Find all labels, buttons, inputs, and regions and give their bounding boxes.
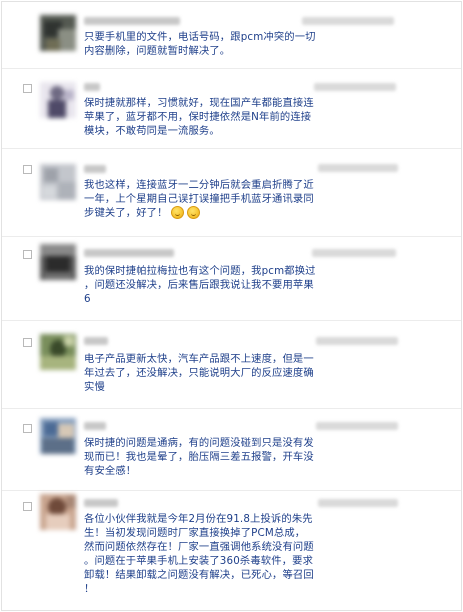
comment-line: 卸载！结果卸载之问题没有解决，已死心，等召回 bbox=[84, 569, 314, 581]
avatar[interactable] bbox=[40, 15, 76, 51]
comment-line: 保时捷的问题是通病，有的问题没碰到只是没有发 bbox=[84, 437, 314, 449]
comment-line: 我也这样，连接蓝牙一二分钟后就会重启折腾了近 bbox=[84, 179, 314, 191]
comment-item: 保时捷就那样，习惯就好，现在国产车都能直接连 苹果了，蓝牙都不用，保时捷依然是N… bbox=[2, 68, 461, 149]
smile-emoji-icon bbox=[186, 206, 200, 219]
comment-meta-redacted bbox=[316, 337, 398, 345]
username-redacted[interactable] bbox=[84, 83, 100, 91]
comment-item: 保时捷的问题是通病，有的问题没碰到只是没有发 现而已！我也是晕了，胎压隔三差五报… bbox=[2, 408, 461, 491]
comment-item: 我也这样，连接蓝牙一二分钟后就会重启折腾了近 一年，上个星期自己误打误撞把手机蓝… bbox=[2, 148, 461, 237]
comment-meta-redacted bbox=[302, 17, 394, 25]
username-redacted[interactable] bbox=[84, 17, 180, 25]
comment-line-with-emoji: 步键关了，好了！ bbox=[84, 206, 316, 220]
comment-text: 各位小伙伴我就是今年2月份在91.8上投诉的朱先 生！当初发现问题时厂家直接换掉… bbox=[84, 512, 316, 596]
comment-list: 只要手机里的文件，电话号码，跟pcm冲突的一切 内容删除，问题就暂时解决了。 保… bbox=[1, 1, 462, 611]
select-checkbox[interactable] bbox=[23, 250, 32, 259]
comment-meta-redacted bbox=[314, 83, 396, 91]
avatar[interactable] bbox=[40, 164, 76, 200]
avatar[interactable] bbox=[40, 418, 76, 454]
comment-line: 现而已！我也是晕了，胎压隔三差五报警，开车没 bbox=[84, 451, 314, 463]
comment-text: 我也这样，连接蓝牙一二分钟后就会重启折腾了近 一年，上个星期自己误打误撞把手机蓝… bbox=[84, 178, 316, 220]
comment-meta-redacted bbox=[318, 164, 398, 172]
comment-line: 一年，上个星期自己误打误撞把手机蓝牙通讯录同 bbox=[84, 193, 314, 205]
select-checkbox[interactable] bbox=[23, 424, 32, 433]
username-redacted[interactable] bbox=[84, 422, 106, 430]
avatar[interactable] bbox=[40, 494, 76, 530]
comment-line: 保时捷就那样，习惯就好，现在国产车都能直接连 bbox=[84, 97, 314, 109]
comment-item: 电子产品更新太快，汽车产品跟不上速度，但是一 年过去了，还没解决，只能说明大厂的… bbox=[2, 320, 461, 409]
username-redacted[interactable] bbox=[84, 165, 106, 173]
select-checkbox[interactable] bbox=[23, 338, 32, 347]
comment-line: 内容删除，问题就暂时解决了。 bbox=[84, 45, 231, 57]
avatar[interactable] bbox=[40, 82, 76, 118]
comment-line: 步键关了，好了！ bbox=[84, 207, 168, 219]
comment-line: 年过去了，还没解决，只能说明大厂的反应速度确 bbox=[84, 367, 314, 379]
comment-line: 。问题在于苹果手机上安装了360杀毒软件，要求 bbox=[84, 555, 314, 567]
comment-text: 只要手机里的文件，电话号码，跟pcm冲突的一切 内容删除，问题就暂时解决了。 bbox=[84, 30, 316, 58]
comment-line: 生！当初发现问题时厂家直接换掉了PCM总成， bbox=[84, 527, 306, 539]
comment-line: 我的保时捷帕拉梅拉也有这个问题，我pcm都换过 bbox=[84, 265, 316, 277]
comment-text: 保时捷就那样，习惯就好，现在国产车都能直接连 苹果了，蓝牙都不用，保时捷依然是N… bbox=[84, 96, 316, 138]
username-redacted[interactable] bbox=[84, 337, 108, 345]
comment-item: 各位小伙伴我就是今年2月份在91.8上投诉的朱先 生！当初发现问题时厂家直接换掉… bbox=[2, 490, 461, 610]
username-redacted[interactable] bbox=[84, 499, 118, 507]
comment-meta-redacted bbox=[318, 499, 398, 507]
comment-text: 保时捷的问题是通病，有的问题没碰到只是没有发 现而已！我也是晕了，胎压隔三差五报… bbox=[84, 436, 316, 478]
smile-emoji-icon bbox=[170, 206, 184, 219]
comment-item: 我的保时捷帕拉梅拉也有这个问题，我pcm都换过 ，问题还没解决，后来售后跟我说让… bbox=[2, 236, 461, 321]
select-checkbox[interactable] bbox=[23, 165, 32, 174]
comment-line: 有安全感！ bbox=[84, 465, 137, 477]
comment-text: 电子产品更新太快，汽车产品跟不上速度，但是一 年过去了，还没解决，只能说明大厂的… bbox=[84, 352, 316, 394]
select-checkbox[interactable] bbox=[23, 502, 32, 511]
comment-line: 只要手机里的文件，电话号码，跟pcm冲突的一切 bbox=[84, 31, 316, 43]
avatar[interactable] bbox=[40, 244, 76, 280]
avatar[interactable] bbox=[40, 334, 76, 370]
comment-line: 模块，不敢苟同是一流服务。 bbox=[84, 125, 220, 137]
select-checkbox[interactable] bbox=[23, 84, 32, 93]
comment-line: 6 bbox=[84, 293, 91, 305]
comment-item: 只要手机里的文件，电话号码，跟pcm冲突的一切 内容删除，问题就暂时解决了。 bbox=[2, 2, 461, 69]
comment-line: 苹果了，蓝牙都不用，保时捷依然是N年前的连接 bbox=[84, 111, 312, 123]
comment-line: ！ bbox=[84, 583, 95, 595]
username-redacted[interactable] bbox=[84, 249, 174, 257]
comment-line: 电子产品更新太快，汽车产品跟不上速度，但是一 bbox=[84, 353, 314, 365]
comment-line: 然而问题依然存在！厂家一直强调他系统没有问题 bbox=[84, 541, 314, 553]
comment-meta-redacted bbox=[316, 422, 398, 430]
comment-text: 我的保时捷帕拉梅拉也有这个问题，我pcm都换过 ，问题还没解决，后来售后跟我说让… bbox=[84, 264, 316, 306]
comment-line: 各位小伙伴我就是今年2月份在91.8上投诉的朱先 bbox=[84, 513, 313, 525]
comment-meta-redacted bbox=[312, 249, 396, 257]
comment-line: 实慢 bbox=[84, 381, 105, 393]
comment-line: ，问题还没解决，后来售后跟我说让我不要用苹果 bbox=[84, 279, 314, 291]
